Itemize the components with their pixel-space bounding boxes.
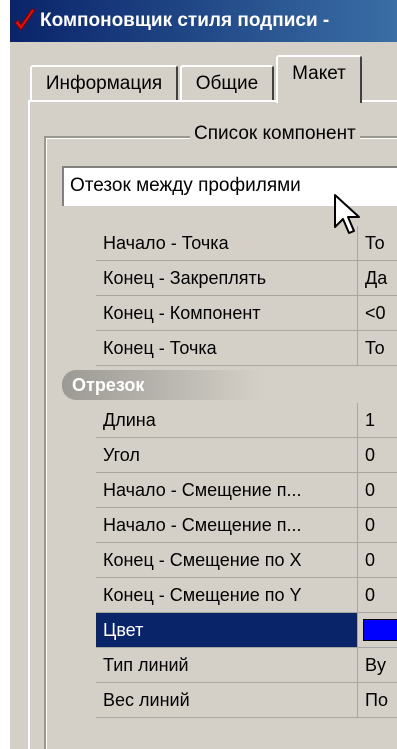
property-name: Конец - Точка bbox=[96, 331, 358, 365]
property-value[interactable]: 0 bbox=[359, 578, 397, 612]
property-value[interactable]: То bbox=[359, 331, 397, 365]
property-row[interactable]: Конец - Точка То bbox=[96, 331, 397, 366]
property-name: Вес линий bbox=[96, 683, 358, 717]
tab-information[interactable]: Информация bbox=[30, 65, 178, 101]
property-row[interactable]: Вес линий По bbox=[96, 683, 397, 718]
title-bar[interactable]: Компоновщик стиля подписи - bbox=[10, 0, 397, 42]
property-value[interactable]: 0 bbox=[359, 543, 397, 577]
property-row[interactable]: Угол 0 bbox=[96, 438, 397, 473]
section-label: Отрезок bbox=[72, 375, 145, 395]
property-row[interactable]: Конец - Смещение по X 0 bbox=[96, 543, 397, 578]
property-value[interactable]: По bbox=[359, 683, 397, 717]
property-name: Конец - Компонент bbox=[96, 296, 358, 330]
property-row[interactable]: Конец - Смещение по Y 0 bbox=[96, 578, 397, 613]
property-name: Начало - Смещение п... bbox=[96, 508, 358, 542]
tab-strip: Информация Общие Макет bbox=[10, 50, 397, 103]
property-row[interactable]: Тип линий By bbox=[96, 648, 397, 683]
property-name: Длина bbox=[96, 403, 358, 437]
property-value[interactable]: То bbox=[359, 226, 397, 260]
red-checkmark-icon bbox=[14, 8, 36, 31]
property-name: Конец - Закреплять bbox=[96, 261, 358, 295]
property-name: Угол bbox=[96, 438, 358, 472]
property-name: Цвет bbox=[96, 613, 358, 647]
property-name: Тип линий bbox=[96, 648, 358, 682]
property-value[interactable]: 0 bbox=[359, 473, 397, 507]
property-grid: Начало - Точка То Конец - Закреплять Да … bbox=[62, 226, 397, 718]
window-title: Компоновщик стиля подписи - bbox=[40, 10, 330, 31]
property-row[interactable]: Конец - Закреплять Да bbox=[96, 261, 397, 296]
property-name: Начало - Смещение п... bbox=[96, 473, 358, 507]
property-value[interactable]: 0 bbox=[359, 438, 397, 472]
section-header-segment[interactable]: Отрезок bbox=[62, 366, 397, 403]
property-row-color-selected[interactable]: Цвет bbox=[96, 613, 397, 648]
color-value[interactable] bbox=[359, 613, 397, 647]
property-name: Конец - Смещение по X bbox=[96, 543, 358, 577]
property-name: Начало - Точка bbox=[96, 226, 358, 260]
property-row[interactable]: Начало - Смещение п... 0 bbox=[96, 508, 397, 543]
property-row[interactable]: Начало - Смещение п... 0 bbox=[96, 473, 397, 508]
property-row[interactable]: Длина 1 bbox=[96, 403, 397, 438]
property-name: Конец - Смещение по Y bbox=[96, 578, 358, 612]
color-swatch bbox=[363, 619, 397, 641]
property-value[interactable]: By bbox=[359, 648, 397, 682]
property-value[interactable]: <0 bbox=[359, 296, 397, 330]
tab-general[interactable]: Общие bbox=[180, 65, 274, 101]
tab-layout[interactable]: Макет bbox=[276, 55, 362, 103]
property-value[interactable]: 0 bbox=[359, 508, 397, 542]
group-title: Список компонент bbox=[190, 123, 360, 145]
property-row[interactable]: Конец - Компонент <0 bbox=[96, 296, 397, 331]
property-value[interactable]: 1 bbox=[359, 403, 397, 437]
property-value[interactable]: Да bbox=[359, 261, 397, 295]
mouse-pointer-icon bbox=[334, 194, 360, 234]
